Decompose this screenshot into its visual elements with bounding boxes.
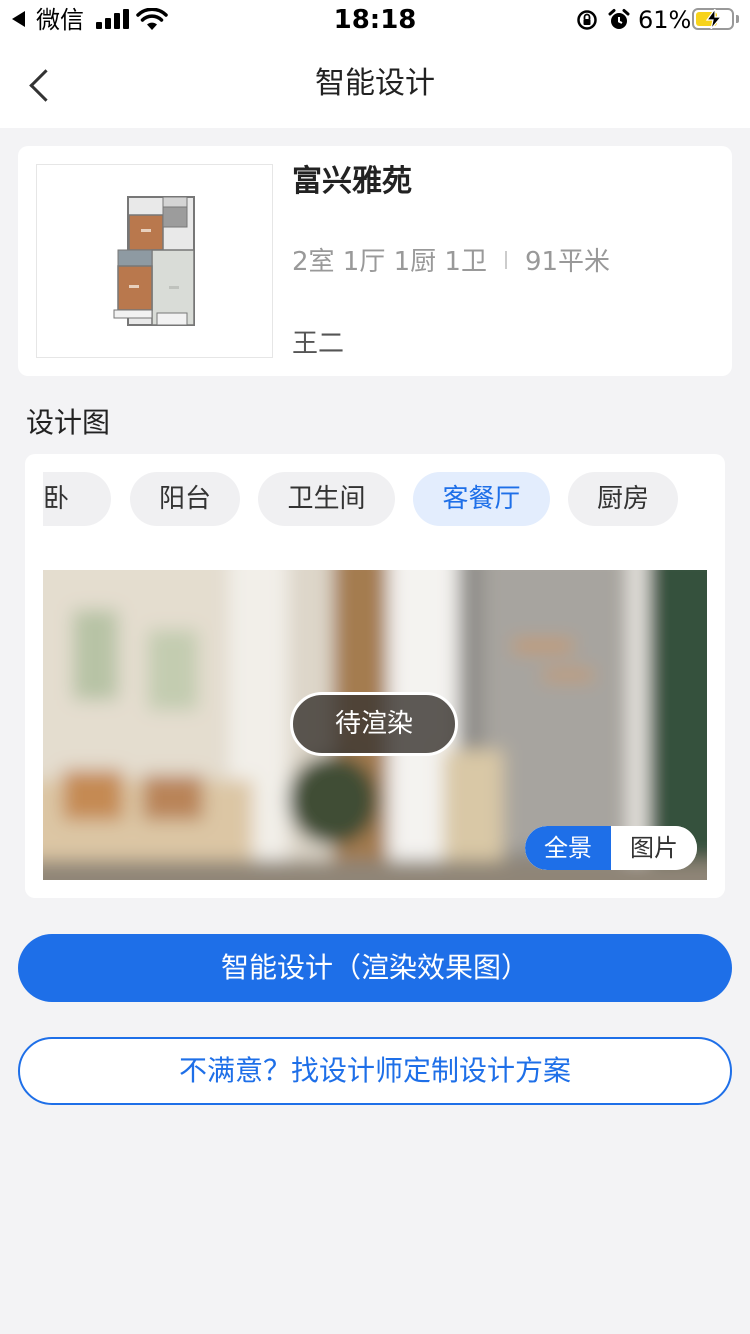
- image-toggle-option[interactable]: 图片: [611, 826, 697, 870]
- tab-kitchen[interactable]: 厨房: [568, 472, 678, 526]
- battery-percent: 61%: [638, 6, 692, 34]
- status-bar: 微信 18:18 61%: [0, 0, 750, 40]
- design-section-title: 设计图: [26, 406, 111, 439]
- alarm-icon: [608, 9, 630, 29]
- render-status-badge: 待渲染: [290, 692, 458, 756]
- house-owner: 王二: [292, 329, 345, 359]
- nav-bar: 智能设计: [0, 40, 750, 128]
- tab-living-dining[interactable]: 客餐厅: [413, 472, 550, 526]
- house-layout-info: 2室 1厅 1厨 1卫 91平米: [292, 246, 610, 278]
- info-divider: [504, 251, 507, 269]
- room-tabs[interactable]: 主卧 阳台 卫生间 客餐厅 厨房: [43, 472, 707, 528]
- floorplan-thumbnail[interactable]: [36, 164, 273, 358]
- floorplan-image: [113, 196, 195, 326]
- render-preview[interactable]: 待渲染 全景 图片: [43, 570, 707, 880]
- orientation-lock-icon: [577, 10, 597, 30]
- smart-design-render-button[interactable]: 智能设计（渲染效果图）: [18, 934, 732, 1002]
- battery-cap: [736, 15, 739, 23]
- design-card: 主卧 阳台 卫生间 客餐厅 厨房: [25, 454, 725, 898]
- house-info-card: 富兴雅苑 2室 1厅 1厨 1卫 91平米 王二: [18, 146, 732, 376]
- house-name: 富兴雅苑: [292, 164, 412, 199]
- view-mode-toggle[interactable]: 全景 图片: [525, 826, 697, 870]
- page-title: 智能设计: [315, 66, 435, 101]
- tab-bathroom[interactable]: 卫生间: [258, 472, 395, 526]
- tab-master-bedroom[interactable]: 主卧: [43, 472, 111, 526]
- charging-bolt-icon: [705, 9, 723, 29]
- house-rooms: 2室 1厅 1厨 1卫: [292, 247, 487, 277]
- panorama-toggle-option[interactable]: 全景: [525, 826, 611, 870]
- hire-designer-button[interactable]: 不满意？找设计师定制设计方案: [18, 1037, 732, 1105]
- tab-balcony[interactable]: 阳台: [130, 472, 240, 526]
- house-area: 91平米: [524, 247, 611, 277]
